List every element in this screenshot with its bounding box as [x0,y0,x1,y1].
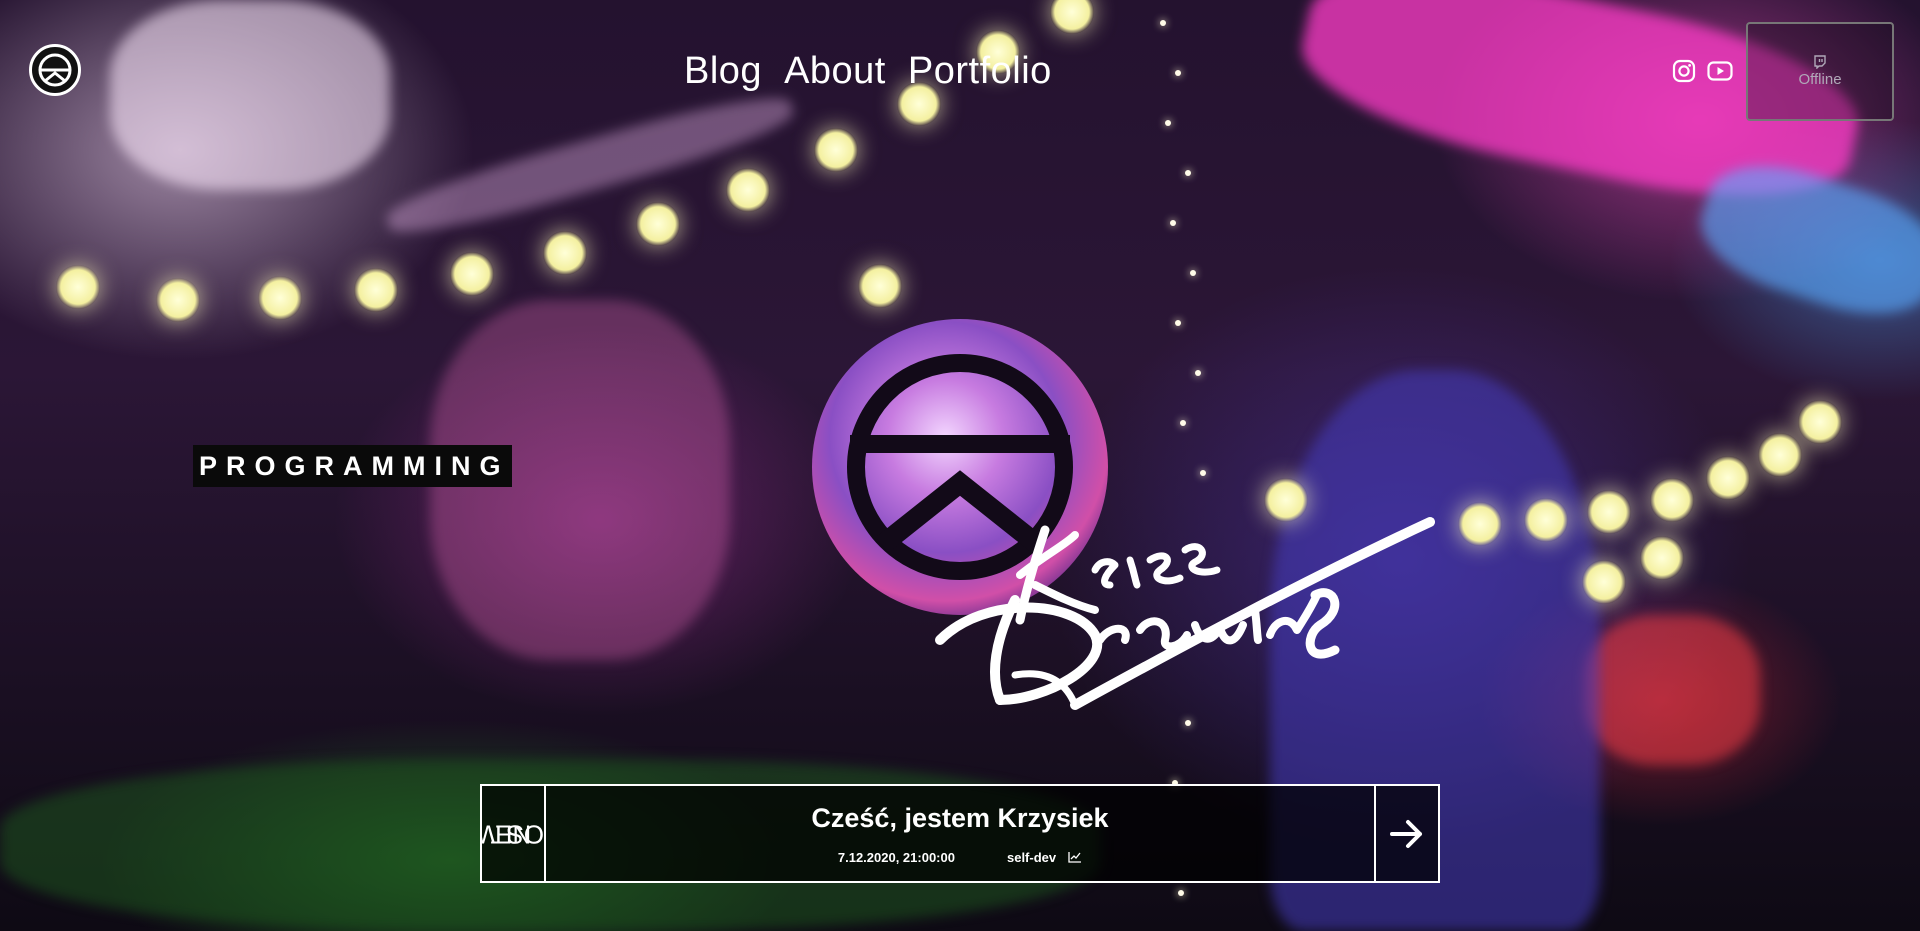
light-bulb [1458,502,1502,546]
instagram-icon [1672,59,1696,83]
main-nav: Blog About Portfolio [684,50,1052,93]
twitch-status-text: Offline [1798,71,1842,88]
background-dvd-sign [1585,615,1760,765]
youtube-icon [1707,61,1733,81]
fairy-light [1175,320,1181,326]
fairy-light [1170,220,1176,226]
light-bulb [258,276,302,320]
light-bulb [858,264,902,308]
post-meta: 7.12.2020, 21:00:00 self-dev [838,850,1082,865]
light-bulb [1524,498,1568,542]
arrow-right-icon [1390,819,1422,848]
nav-link-portfolio[interactable]: Portfolio [908,50,1052,93]
twitch-status-widget[interactable]: Offline [1746,22,1894,121]
light-bulb [1706,456,1750,500]
post-title: Cześć, jestem Krzysiek [811,802,1109,833]
post-date: 7.12.2020, 21:00:00 [837,849,955,865]
light-bulb [1758,433,1802,477]
category-label: PROGRAMMING [193,445,512,487]
light-bulb [1798,400,1842,444]
light-bulb [354,268,398,312]
light-bulb [156,278,200,322]
fairy-light [1180,420,1186,426]
new-post-label-line2: POST [490,819,544,849]
light-bulb [1640,536,1684,580]
post-tag: self-dev [1007,850,1082,865]
new-post-label: NEW POST [482,786,546,881]
fairy-light [1195,370,1201,376]
kriss-logo-icon [38,53,72,87]
post-tag-label: self-dev [1006,849,1057,865]
background-white-ribbon [381,83,799,247]
light-bulb [726,168,770,212]
light-bulb [543,231,587,275]
nav-link-blog[interactable]: Blog [684,50,762,93]
fairy-light [1178,890,1184,896]
fairy-light [1185,720,1191,726]
nav-link-about[interactable]: About [784,50,886,93]
fairy-light [1165,120,1171,126]
signature-kriss-drawing [935,517,1435,710]
twitch-icon [1814,55,1826,69]
light-bulb [1587,490,1631,534]
fairy-light [1190,270,1196,276]
fairy-light [1160,20,1166,26]
instagram-link[interactable] [1671,58,1697,84]
light-bulb [1050,0,1094,34]
chart-icon [1068,852,1082,863]
light-bulb [636,202,680,246]
fairy-light [1175,70,1181,76]
light-bulb [56,265,100,309]
fairy-light [1200,470,1206,476]
hero-background: Blog About Portfolio Offline PROGRAMMING [0,0,1920,931]
new-post-link[interactable]: Cześć, jestem Krzysiek 7.12.2020, 21:00:… [546,786,1374,881]
light-bulb [1582,560,1626,604]
light-bulb [450,252,494,296]
read-post-button[interactable] [1374,786,1438,881]
fairy-light [1185,170,1191,176]
youtube-link[interactable] [1707,58,1733,84]
light-bulb [814,128,858,172]
home-logo-link[interactable] [29,44,81,96]
light-bulb [1650,478,1694,522]
new-post-banner: NEW POST Cześć, jestem Krzysiek 7.12.202… [480,784,1440,883]
background-neon-sign [110,0,390,190]
